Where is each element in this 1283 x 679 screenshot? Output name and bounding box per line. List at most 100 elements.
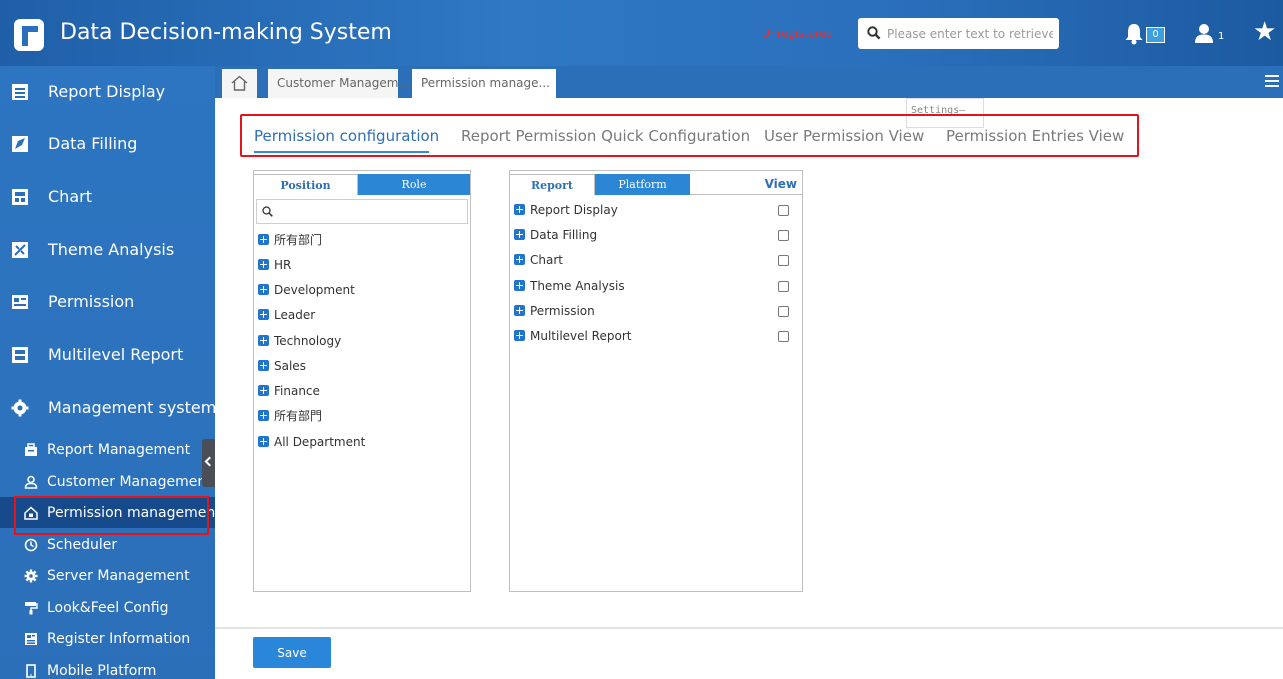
page-tab-permission-management[interactable]: Permission manage... [412, 69, 556, 98]
sidebar-item-data-filling[interactable]: Data Filling [0, 118, 215, 170]
tree-item[interactable]: 所有部门 [258, 230, 322, 250]
sidebar-subitem-label: Scheduler [47, 537, 118, 553]
tab-role[interactable]: Role [358, 174, 470, 195]
expand-icon[interactable] [258, 335, 269, 346]
expand-icon[interactable] [258, 385, 269, 396]
tab-platform[interactable]: Platform [595, 174, 690, 195]
search-box[interactable] [858, 18, 1059, 49]
page-tab-strip: Customer Managem... Permission manage... [215, 66, 1283, 98]
chart-icon [12, 189, 28, 205]
sidebar: Report Display Data Filling Chart Theme … [0, 66, 221, 679]
star-icon[interactable]: ★ [1253, 19, 1276, 45]
view-checkbox[interactable] [778, 306, 789, 317]
expand-icon[interactable] [514, 254, 525, 265]
sidebar-subitem-register-information[interactable]: Register Information [0, 623, 215, 654]
expand-icon[interactable] [514, 330, 525, 341]
view-checkbox[interactable] [778, 281, 789, 292]
sidebar-subitem-label: Mobile Platform [47, 663, 157, 679]
expand-icon[interactable] [514, 204, 525, 215]
mobile-icon [26, 664, 36, 678]
expand-icon[interactable] [258, 410, 269, 421]
view-checkbox[interactable] [778, 255, 789, 266]
sidebar-subitem-label: Register Information [47, 631, 191, 647]
top-header: Data Decision-making System Unregistered… [0, 0, 1283, 66]
tab-position[interactable]: Position [254, 174, 358, 195]
expand-icon[interactable] [514, 229, 525, 240]
menu-icon[interactable] [1265, 75, 1279, 87]
sidebar-subitem-server-management[interactable]: Server Management [0, 560, 215, 591]
unregistered-label[interactable]: Unregistered [762, 27, 833, 40]
sidebar-subitem-customer-management[interactable]: Customer Management [0, 466, 215, 497]
expand-icon[interactable] [258, 259, 269, 270]
tree-item[interactable]: Technology [258, 331, 341, 351]
data-filling-icon [12, 136, 28, 152]
view-checkbox[interactable] [778, 205, 789, 216]
permission-tab-bar: Permission configuration Report Permissi… [240, 114, 1139, 157]
sidebar-item-label: Chart [48, 187, 92, 206]
sidebar-subitem-label: Customer Management [47, 474, 212, 490]
tree-item[interactable]: Report Display [514, 200, 618, 220]
tab-report-permission-quick-configuration[interactable]: Report Permission Quick Configuration [461, 126, 750, 146]
tab-permission-configuration[interactable]: Permission configuration [254, 126, 439, 146]
tree-item[interactable]: Leader [258, 305, 315, 325]
clock-icon [24, 538, 38, 552]
expand-icon[interactable] [258, 309, 269, 320]
sidebar-item-label: Data Filling [48, 134, 138, 153]
view-checkbox[interactable] [778, 230, 789, 241]
sidebar-collapse-toggle[interactable] [202, 439, 215, 487]
expand-icon[interactable] [258, 360, 269, 371]
tree-item[interactable]: All Department [258, 432, 365, 452]
home-icon [231, 75, 248, 91]
page-tab-customer-management[interactable]: Customer Managem... [268, 69, 410, 98]
sidebar-subitem-label: Report Management [47, 442, 191, 458]
search-input[interactable] [887, 24, 1053, 44]
user-icon [24, 475, 38, 489]
tree-item[interactable]: Permission [514, 301, 595, 321]
report-display-icon [12, 84, 28, 100]
multilevel-report-icon [12, 347, 28, 363]
sidebar-item-multilevel-report[interactable]: Multilevel Report [0, 329, 215, 381]
sidebar-subitem-mobile-platform[interactable]: Mobile Platform [0, 655, 215, 679]
tab-user-permission-view[interactable]: User Permission View [764, 126, 924, 146]
tree-item[interactable]: Data Filling [514, 225, 597, 245]
sidebar-item-report-display[interactable]: Report Display [0, 66, 215, 118]
view-checkbox[interactable] [778, 331, 789, 342]
tree-item[interactable]: Development [258, 280, 355, 300]
sidebar-item-permission[interactable]: Permission [0, 276, 215, 328]
permission-icon [12, 295, 28, 309]
sidebar-subitem-report-management[interactable]: Report Management [0, 434, 215, 465]
search-icon[interactable] [867, 26, 881, 40]
tree-search-input[interactable] [256, 199, 468, 224]
tree-item[interactable]: Multilevel Report [514, 326, 631, 346]
tree-item[interactable]: Theme Analysis [514, 276, 625, 296]
tree-item[interactable]: HR [258, 255, 291, 275]
sidebar-item-chart[interactable]: Chart [0, 171, 215, 223]
tree-item[interactable]: Chart [514, 250, 563, 270]
view-column-header: View [764, 177, 797, 191]
expand-icon[interactable] [258, 436, 269, 447]
app-logo [14, 19, 44, 51]
user-icon[interactable] [1194, 23, 1214, 43]
expand-icon[interactable] [514, 280, 525, 291]
report-platform-panel: Report Platform View Report Display Data… [509, 170, 803, 592]
sidebar-subitem-look-feel-config[interactable]: Look&Feel Config [0, 592, 215, 623]
sidebar-item-management-system[interactable]: Management system [0, 382, 216, 434]
tree-item[interactable]: 所有部門 [258, 406, 322, 426]
main-content: Settings— Permission configuration Repor… [215, 98, 1283, 679]
sidebar-item-label: Theme Analysis [48, 240, 175, 259]
tab-report[interactable]: Report [510, 174, 595, 195]
footer-divider [215, 627, 1283, 629]
sidebar-item-theme-analysis[interactable]: Theme Analysis [0, 224, 215, 276]
notification-count-badge[interactable]: 0 [1146, 27, 1165, 43]
tab-permission-entries-view[interactable]: Permission Entries View [946, 126, 1124, 146]
bell-icon[interactable] [1124, 23, 1144, 45]
expand-icon[interactable] [258, 284, 269, 295]
sidebar-item-label: Multilevel Report [48, 345, 184, 364]
save-button[interactable]: Save [253, 637, 331, 668]
expand-icon[interactable] [514, 305, 525, 316]
home-tab[interactable] [222, 69, 257, 98]
tree-item[interactable]: Sales [258, 356, 306, 376]
expand-icon[interactable] [258, 234, 269, 245]
tree-item[interactable]: Finance [258, 381, 320, 401]
register-icon [25, 633, 37, 645]
